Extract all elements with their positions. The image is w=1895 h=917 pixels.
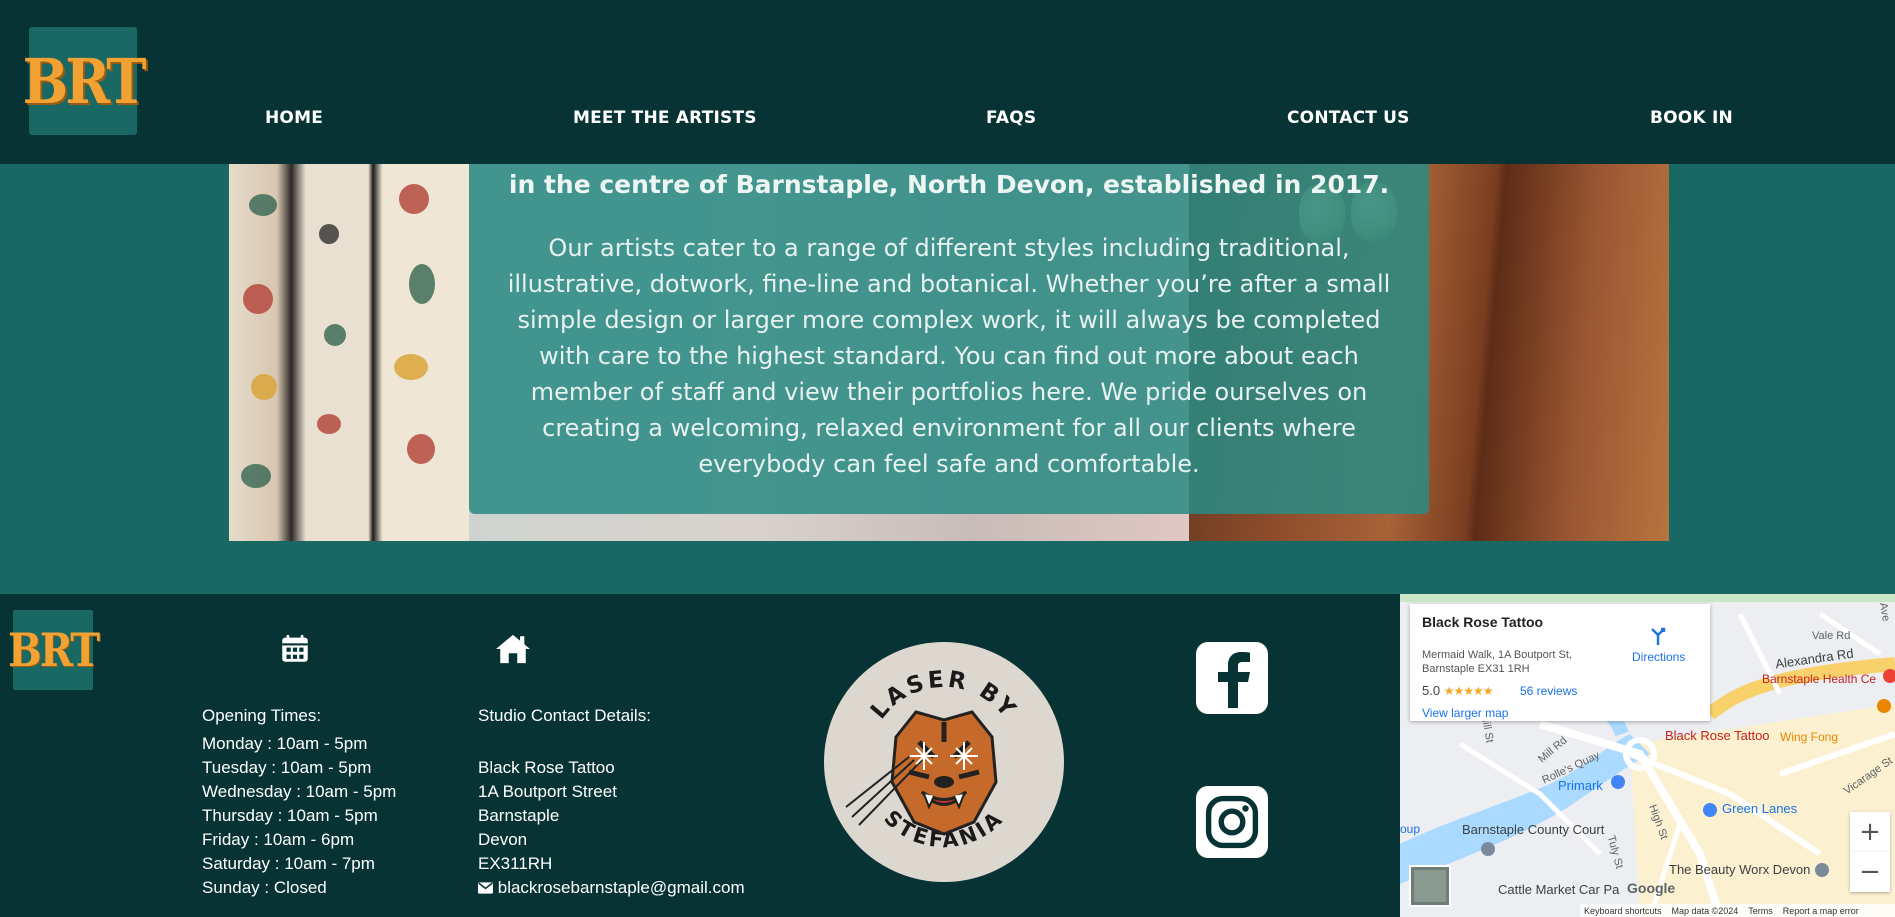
directions-link[interactable]: Directions (1632, 650, 1685, 664)
terms-link[interactable]: Terms (1748, 906, 1773, 916)
nav-contact-us[interactable]: CONTACT US (1287, 108, 1410, 128)
keyboard-shortcuts-link[interactable]: Keyboard shortcuts (1584, 906, 1662, 916)
opening-times-list: Monday : 10am - 5pm Tuesday : 10am - 5pm… (202, 732, 396, 900)
map-label-court: Barnstaple County Court (1462, 822, 1605, 837)
logo-text: BRT (22, 44, 147, 118)
opening-times-heading: Opening Times: (202, 706, 322, 725)
instagram-icon (1205, 795, 1259, 849)
view-larger-map-link[interactable]: View larger map (1422, 706, 1508, 720)
reviews-link[interactable]: 56 reviews (1520, 684, 1577, 698)
tiger-icon: LASER BY STEFANIA (845, 667, 1022, 853)
map-pin-label[interactable]: Black Rose Tattoo (1665, 728, 1770, 743)
nav-book-in[interactable]: BOOK IN (1650, 108, 1733, 128)
site-footer: BRT Opening Times: Monday : 10am - 5pm T… (0, 594, 1895, 917)
map-label-cattle: Cattle Market Car Pa (1498, 882, 1620, 897)
home-icon (496, 634, 530, 664)
place-rating: 5.0 ★★★★★ (1422, 683, 1493, 698)
rating-value: 5.0 (1422, 683, 1441, 698)
google-map[interactable]: Black Rose Tattoo Alexandra Rd Barnstapl… (1400, 594, 1895, 917)
envelope-icon (478, 882, 493, 894)
facebook-button[interactable] (1196, 642, 1268, 714)
contact-email[interactable]: blackrosebarnstaple@gmail.com (498, 878, 745, 897)
map-label-wingfong: Wing Fong (1780, 730, 1839, 744)
map-label-primark: Primark (1558, 778, 1603, 793)
google-logo: Google (1627, 880, 1676, 896)
footer-logo[interactable]: BRT (8, 610, 100, 690)
opening-day: Sunday : Closed (202, 878, 327, 897)
map-label-oup: oup (1400, 822, 1421, 836)
contact-heading: Studio Contact Details: (478, 706, 651, 725)
opening-day: Thursday : 10am - 5pm (202, 806, 378, 825)
contact-line: Black Rose Tattoo (478, 758, 615, 777)
contact-line: EX311RH (478, 854, 553, 873)
intro-text: Our artists cater to a range of differen… (507, 234, 1391, 478)
laser-by-stefania-badge[interactable]: LASER BY STEFANIA (824, 642, 1064, 882)
zoom-in-button[interactable]: + (1850, 812, 1890, 852)
contact-line: Devon (478, 830, 528, 849)
nav-home[interactable]: HOME (265, 108, 323, 128)
instagram-button[interactable] (1196, 786, 1268, 858)
contact-line: Barnstaple (478, 806, 560, 825)
opening-day: Monday : 10am - 5pm (202, 734, 368, 753)
badge-top-text: LASER BY (866, 667, 1019, 725)
map-label-health: Barnstaple Health Ce (1762, 672, 1877, 686)
opening-day: Saturday : 10am - 7pm (202, 854, 375, 873)
place-title: Black Rose Tattoo (1422, 614, 1544, 630)
contact-list: Black Rose Tattoo 1A Boutport Street Bar… (478, 756, 745, 900)
site-logo[interactable]: BRT (23, 27, 146, 135)
contact-email-row[interactable]: blackrosebarnstaple@gmail.com (478, 876, 745, 900)
map-label-greenlanes: Green Lanes (1722, 801, 1798, 816)
contact-line: 1A Boutport Street (478, 782, 617, 801)
rating-stars: ★★★★★ (1443, 684, 1494, 698)
intro-overlay: in the centre of Barnstaple, North Devon… (469, 164, 1429, 514)
report-error-link[interactable]: Report a map error (1783, 906, 1859, 916)
facebook-icon (1218, 652, 1250, 708)
opening-day: Friday : 10am - 6pm (202, 830, 355, 849)
map-data-text: Map data ©2024 (1671, 905, 1739, 916)
place-address: Mermaid Walk, 1A Boutport St, Barnstaple… (1422, 649, 1572, 675)
nav-meet-the-artists[interactable]: MEET THE ARTISTS (573, 108, 757, 128)
svg-text:LASER BY: LASER BY (866, 667, 1022, 725)
map-label-valerd: Vale Rd (1812, 630, 1851, 642)
calendar-icon (282, 634, 308, 662)
flash-sheet-image (229, 164, 469, 541)
directions-icon[interactable] (1648, 626, 1668, 646)
nav-faqs[interactable]: FAQS (986, 108, 1036, 128)
footer-logo-text: BRT (7, 622, 100, 678)
place-card: Black Rose Tattoo Mermaid Walk, 1A Boutp… (1410, 604, 1710, 721)
zoom-out-button[interactable]: − (1850, 852, 1890, 892)
intro-heading: in the centre of Barnstaple, North Devon… (508, 170, 1390, 199)
site-header: BRT HOME MEET THE ARTISTS FAQS CONTACT U… (0, 0, 1895, 164)
map-attribution: Keyboard shortcuts Map data ©2024 Terms … (1580, 904, 1895, 917)
opening-day: Wednesday : 10am - 5pm (202, 782, 397, 801)
opening-day: Tuesday : 10am - 5pm (202, 758, 372, 777)
map-label-beauty: The Beauty Worx Devon (1669, 862, 1811, 877)
